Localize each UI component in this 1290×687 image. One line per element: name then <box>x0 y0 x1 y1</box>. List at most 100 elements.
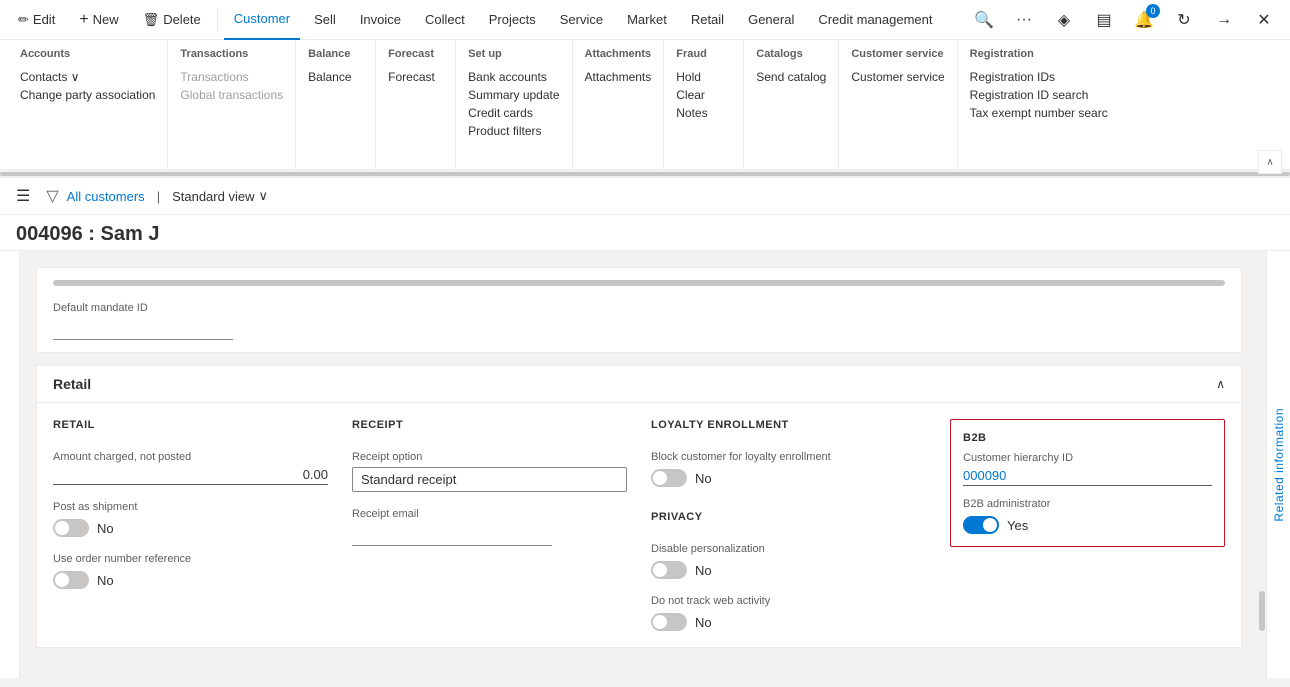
top-nav: ✏ Edit + New 🗑 Delete Customer Sell Invo… <box>0 0 1290 40</box>
menu-group-transactions: Transactions Transactions Global transac… <box>168 40 296 169</box>
receipt-col: RECEIPT Receipt option Standard receipt … <box>352 419 627 631</box>
b2b-admin-field: B2B administrator Yes <box>963 498 1212 534</box>
refresh-btn[interactable]: ↻ <box>1166 2 1202 38</box>
mandate-input[interactable] <box>53 318 233 340</box>
menu-summary-update[interactable]: Summary update <box>468 86 559 104</box>
disable-personalization-value: No <box>695 563 712 578</box>
page-header: 004096 : Sam J <box>0 215 1290 251</box>
do-not-track-toggle[interactable] <box>651 613 687 631</box>
breadcrumb-separator: | <box>157 189 160 204</box>
nav-customer-label: Customer <box>234 11 290 26</box>
menu-change-party[interactable]: Change party association <box>20 86 155 104</box>
receipt-email-input[interactable] <box>352 524 552 546</box>
use-order-ref-toggle-container: No <box>53 571 328 589</box>
disable-personalization-toggle-thumb <box>653 563 667 577</box>
menu-group-setup: Set up Bank accounts Summary update Cred… <box>456 40 572 169</box>
menu-fraud-title: Fraud <box>676 48 731 60</box>
layers-icon[interactable]: ▤ <box>1086 2 1122 38</box>
scroll-indicator[interactable]: ∧ <box>0 170 1290 178</box>
nav-projects[interactable]: Projects <box>479 0 546 40</box>
menu-registration-id-search[interactable]: Registration ID search <box>970 86 1108 104</box>
mandate-card: Default mandate ID <box>36 267 1242 353</box>
nav-service-label: Service <box>560 12 603 27</box>
do-not-track-toggle-thumb <box>653 615 667 629</box>
retail-section-title: Retail <box>53 376 91 392</box>
forward-btn[interactable]: → <box>1206 2 1242 38</box>
post-as-shipment-value: No <box>97 521 114 536</box>
menu-registration-ids[interactable]: Registration IDs <box>970 68 1108 86</box>
use-order-ref-label: Use order number reference <box>53 553 328 565</box>
collapse-mega-menu-btn[interactable]: ∧ <box>1258 150 1282 174</box>
left-panel-toggle[interactable] <box>0 251 20 678</box>
nav-delete-label: Delete <box>163 12 201 27</box>
menu-group-attachments: Attachments Attachments <box>573 40 665 169</box>
diamond-icon[interactable]: ◈ <box>1046 2 1082 38</box>
do-not-track-value: No <box>695 615 712 630</box>
menu-transactions-title: Transactions <box>180 48 283 60</box>
block-loyalty-toggle-thumb <box>653 471 667 485</box>
nav-collect[interactable]: Collect <box>415 0 475 40</box>
nav-sell[interactable]: Sell <box>304 0 346 40</box>
related-info-label: Related information <box>1272 408 1286 522</box>
nav-service[interactable]: Service <box>550 0 613 40</box>
menu-attachments[interactable]: Attachments <box>585 68 652 86</box>
menu-hold[interactable]: Hold <box>676 68 731 86</box>
menu-clear[interactable]: Clear <box>676 86 731 104</box>
trash-icon: 🗑 <box>143 12 160 28</box>
close-btn[interactable]: ✕ <box>1246 2 1282 38</box>
notification-btn[interactable]: 🔔 0 <box>1126 2 1162 38</box>
disable-personalization-toggle[interactable] <box>651 561 687 579</box>
b2b-admin-toggle-container: Yes <box>963 516 1212 534</box>
retail-grid: RETAIL Amount charged, not posted 0.00 P… <box>53 419 1225 631</box>
receipt-option-label: Receipt option <box>352 451 627 463</box>
block-loyalty-toggle[interactable] <box>651 469 687 487</box>
hierarchy-id-value[interactable]: 000090 <box>963 468 1212 486</box>
nav-retail[interactable]: Retail <box>681 0 734 40</box>
nav-delete[interactable]: 🗑 Delete <box>133 0 211 40</box>
menu-customer-service[interactable]: Customer service <box>851 68 944 86</box>
nav-invoice[interactable]: Invoice <box>350 0 411 40</box>
view-selector[interactable]: Standard view ∨ <box>172 188 268 204</box>
menu-tax-exempt-search[interactable]: Tax exempt number searc <box>970 104 1108 122</box>
nav-general[interactable]: General <box>738 0 804 40</box>
receipt-email-field: Receipt email <box>352 508 627 546</box>
nav-market[interactable]: Market <box>617 0 677 40</box>
loyalty-col-title: LOYALTY ENROLLMENT <box>651 419 926 431</box>
menu-contacts[interactable]: Contacts ∨ <box>20 68 155 86</box>
menu-notes[interactable]: Notes <box>676 104 731 122</box>
amount-value: 0.00 <box>53 467 328 485</box>
retail-section-header[interactable]: Retail ∧ <box>37 366 1241 403</box>
menu-forecast[interactable]: Forecast <box>388 68 443 86</box>
nav-new-label: New <box>93 12 119 27</box>
mega-menu: Accounts Contacts ∨ Change party associa… <box>0 40 1290 170</box>
nav-customer[interactable]: Customer <box>224 0 300 40</box>
disable-personalization-toggle-container: No <box>651 561 926 579</box>
search-btn[interactable]: 🔍 <box>966 2 1002 38</box>
menu-transactions: Transactions <box>180 68 283 86</box>
nav-new[interactable]: + New <box>69 0 128 40</box>
hamburger-icon[interactable]: ☰ <box>16 186 30 206</box>
receipt-col-title: RECEIPT <box>352 419 627 431</box>
ellipsis-btn[interactable]: ··· <box>1006 2 1042 38</box>
privacy-section: PRIVACY <box>651 511 926 527</box>
menu-bank-accounts[interactable]: Bank accounts <box>468 68 559 86</box>
menu-credit-cards[interactable]: Credit cards <box>468 104 559 122</box>
post-as-shipment-toggle[interactable] <box>53 519 89 537</box>
b2b-admin-toggle[interactable] <box>963 516 999 534</box>
all-customers-link[interactable]: All customers <box>67 189 145 204</box>
related-info-panel[interactable]: Related information <box>1266 251 1290 678</box>
menu-product-filters[interactable]: Product filters <box>468 122 559 140</box>
nav-edit[interactable]: ✏ Edit <box>8 0 65 40</box>
filter-icon[interactable]: ▽ <box>46 186 58 206</box>
receipt-option-select[interactable]: Standard receipt <box>352 467 627 492</box>
menu-balance[interactable]: Balance <box>308 68 363 86</box>
receipt-email-label: Receipt email <box>352 508 627 520</box>
post-as-shipment-field: Post as shipment No <box>53 501 328 537</box>
b2b-admin-toggle-thumb <box>983 518 997 532</box>
use-order-ref-toggle[interactable] <box>53 571 89 589</box>
b2b-admin-value: Yes <box>1007 518 1028 533</box>
menu-send-catalog[interactable]: Send catalog <box>756 68 826 86</box>
hierarchy-id-field: Customer hierarchy ID 000090 <box>963 452 1212 486</box>
nav-credit-management[interactable]: Credit management <box>808 0 942 40</box>
vertical-scrollbar[interactable] <box>1258 251 1266 678</box>
